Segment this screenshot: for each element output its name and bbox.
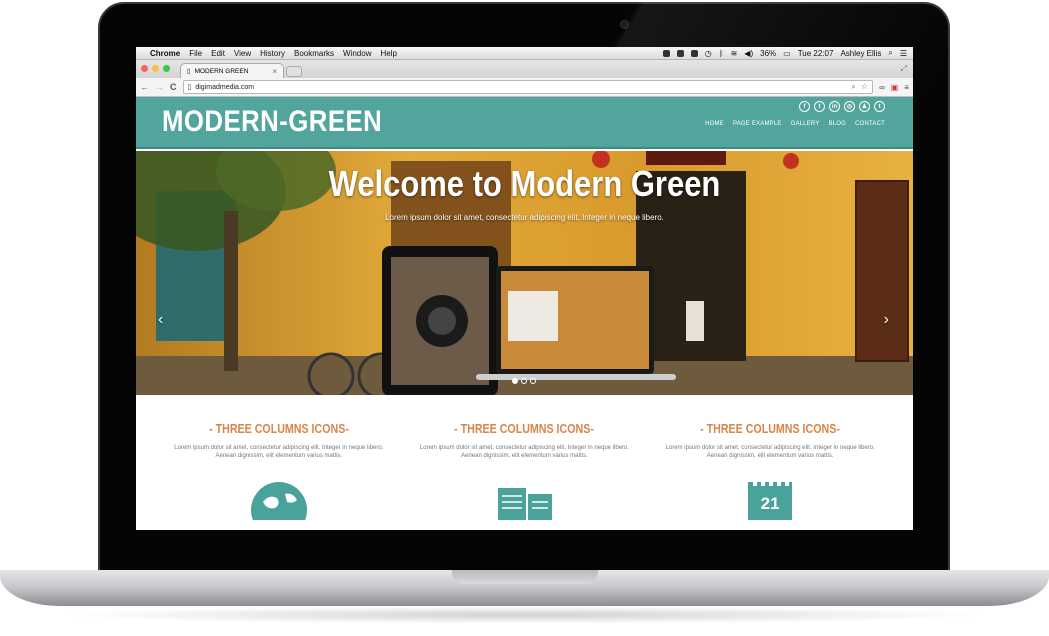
dribbble-icon[interactable]: ◎ (844, 101, 855, 112)
time-machine-icon[interactable]: ◷ (705, 49, 712, 58)
menu-history[interactable]: History (260, 49, 285, 58)
hero-slider: Welcome to Modern Green Lorem ipsum dolo… (136, 151, 913, 395)
hero-title: Welcome to Modern Green (328, 163, 721, 204)
site-logo[interactable]: MODERN-GREEN (162, 105, 382, 139)
star-icon[interactable]: ☆ (861, 82, 868, 92)
nav-blog[interactable]: BLOG (829, 121, 846, 127)
spotlight-icon[interactable]: ⌕ (888, 48, 892, 58)
twitter-icon[interactable]: t (814, 101, 825, 112)
three-columns-section: - THREE COLUMNS ICONS- Lorem ipsum dolor… (136, 397, 913, 530)
documents-icon (414, 480, 634, 520)
social-icons: f t in ◎ ♟ t (799, 101, 885, 112)
battery-percent[interactable]: 36% (760, 49, 776, 58)
minimize-window-button[interactable] (152, 65, 159, 72)
truck-icon[interactable] (690, 49, 698, 57)
mac-menubar: Chrome File Edit View History Bookmarks … (136, 47, 913, 60)
site-header: MODERN-GREEN f t in ◎ ♟ t HOME PAGE EXAM… (136, 97, 913, 149)
nav-home[interactable]: HOME (705, 121, 724, 127)
slider-next-arrow-icon[interactable]: › (884, 311, 889, 329)
browser-toolbar: ← → C ▯ digimadmedia.com ⌕ ☆ ∞ ▣ ≡ (136, 78, 913, 97)
forward-button[interactable]: → (155, 82, 164, 92)
menu-help[interactable]: Help (380, 49, 396, 58)
fullscreen-icon[interactable]: ⤢ (901, 64, 907, 74)
browser-tab[interactable]: ▯ MODERN GREEN × (180, 63, 284, 78)
column-2: - THREE COLUMNS ICONS- Lorem ipsum dolor… (414, 397, 634, 530)
column-title: - THREE COLUMNS ICONS- (454, 421, 595, 436)
column-text: Lorem ipsum dolor sit amet, consectetur … (419, 445, 630, 459)
slider-dot-1[interactable] (512, 378, 518, 384)
volume-icon[interactable]: ◀) (744, 49, 753, 58)
url-text[interactable]: digimadmedia.com (195, 84, 254, 91)
laptop-mockup: Chrome File Edit View History Bookmarks … (0, 0, 1049, 636)
tumblr-icon[interactable]: t (874, 101, 885, 112)
tab-close-icon[interactable]: × (272, 67, 277, 76)
omnibox-tools: ⌕ ☆ (851, 82, 868, 92)
camera-icon (620, 20, 629, 29)
address-bar[interactable]: ▯ digimadmedia.com ⌕ ☆ (182, 80, 874, 94)
page-icon: ▯ (187, 68, 191, 75)
nav-gallery[interactable]: GALLERY (791, 121, 820, 127)
bluetooth-icon[interactable]: ᛒ (719, 49, 724, 58)
calendar-icon: 21 (660, 480, 880, 520)
extension-icon[interactable]: ▣ (891, 83, 899, 92)
facebook-icon[interactable]: f (799, 101, 810, 112)
window-controls (141, 65, 170, 72)
menu-file[interactable]: File (189, 49, 202, 58)
column-title: - THREE COLUMNS ICONS- (208, 421, 349, 436)
menubar-status: ◷ ᛒ ≋ ◀) 36% ▭ Tue 22:07 Ashley Ellis ⌕ … (662, 48, 907, 58)
skype-icon[interactable] (662, 49, 670, 57)
screen: Chrome File Edit View History Bookmarks … (136, 47, 913, 530)
slider-dots (512, 378, 536, 384)
menu-edit[interactable]: Edit (211, 49, 225, 58)
back-button[interactable]: ← (140, 82, 149, 92)
glasses-icon[interactable]: ∞ (879, 83, 885, 92)
menu-chrome[interactable]: Chrome (150, 49, 180, 58)
slider-dot-3[interactable] (530, 378, 536, 384)
column-text: Lorem ipsum dolor sit amet, consectetur … (174, 445, 384, 459)
site-nav: HOME PAGE EXAMPLE GALLERY BLOG CONTACT (705, 121, 885, 127)
cloud-icon[interactable] (676, 49, 684, 57)
battery-icon[interactable]: ▭ (783, 49, 791, 58)
tab-title: MODERN GREEN (194, 67, 249, 75)
column-1: - THREE COLUMNS ICONS- Lorem ipsum dolor… (169, 397, 389, 530)
search-icon[interactable]: ⌕ (851, 82, 855, 92)
globe-icon (169, 480, 389, 520)
menu-window[interactable]: Window (343, 49, 371, 58)
menu-bookmarks[interactable]: Bookmarks (294, 49, 334, 58)
user-name[interactable]: Ashley Ellis (840, 49, 881, 58)
column-title: - THREE COLUMNS ICONS- (700, 421, 841, 436)
chrome-menu-icon[interactable]: ≡ (904, 83, 909, 92)
hero-subtitle: Lorem ipsum dolor sit amet, consectetur … (385, 213, 664, 222)
browser-tabbar: ▯ MODERN GREEN × ⤢ (136, 60, 913, 78)
youtube-icon[interactable]: ♟ (859, 101, 870, 112)
laptop-notch (452, 570, 598, 584)
column-3: - THREE COLUMNS ICONS- Lorem ipsum dolor… (660, 397, 880, 530)
slider-prev-arrow-icon[interactable]: ‹ (158, 311, 163, 329)
linkedin-icon[interactable]: in (829, 101, 840, 112)
list-icon[interactable]: ☰ (900, 49, 907, 58)
extension-icons: ∞ ▣ ≡ (879, 83, 909, 92)
nav-page-example[interactable]: PAGE EXAMPLE (733, 121, 782, 127)
column-text: Lorem ipsum dolor sit amet, consectetur … (665, 445, 875, 459)
slider-dot-2[interactable] (521, 378, 527, 384)
clock[interactable]: Tue 22:07 (798, 49, 834, 58)
wifi-icon[interactable]: ≋ (731, 49, 738, 58)
menu-view[interactable]: View (234, 49, 251, 58)
calendar-day: 21 (760, 494, 780, 513)
reload-button[interactable]: C (170, 82, 177, 92)
new-tab-button[interactable] (286, 66, 302, 77)
laptop-shadow (60, 606, 990, 624)
page-icon: ▯ (187, 84, 192, 91)
close-window-button[interactable] (141, 65, 148, 72)
zoom-window-button[interactable] (163, 65, 170, 72)
nav-contact[interactable]: CONTACT (855, 121, 885, 127)
